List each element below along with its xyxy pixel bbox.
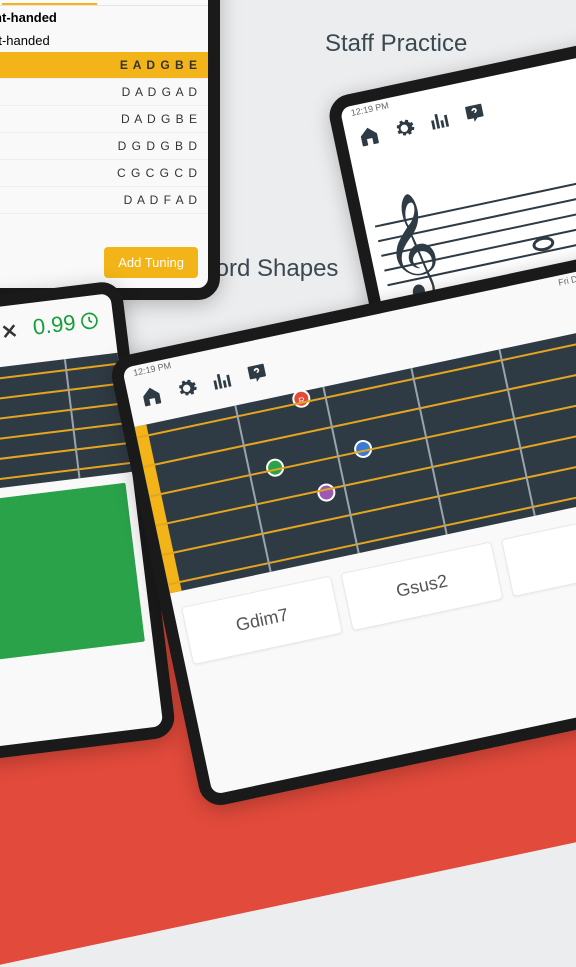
tablet-settings: Instrument Game Type Right-handed Left-h… <box>0 0 220 300</box>
hand-right[interactable]: Right-handed <box>0 6 208 29</box>
clock-icon <box>78 310 100 332</box>
tuning-row[interactable]: D A D F A D <box>0 187 208 214</box>
tab-instrument[interactable]: Instrument <box>2 0 97 5</box>
bars-icon[interactable] <box>426 108 452 134</box>
fret-dot-root: R <box>291 388 312 409</box>
tab-game-type[interactable]: Game Type <box>97 0 192 5</box>
hand-left[interactable]: Left-handed <box>0 29 208 52</box>
tuning-row[interactable]: E A D G B E <box>0 52 208 79</box>
chord-option-button[interactable]: Gdim7 <box>181 575 343 665</box>
home-icon[interactable] <box>138 383 164 409</box>
answer-panel[interactable] <box>0 483 145 681</box>
help-icon[interactable] <box>462 100 488 126</box>
tuning-row[interactable]: D A D G A D <box>0 79 208 106</box>
tuning-row[interactable]: D A D G B E <box>0 106 208 133</box>
treble-clef-icon: 𝄞 <box>378 212 443 282</box>
chord-option-button[interactable]: Gsus2 <box>341 541 503 631</box>
add-tuning-button[interactable]: Add Tuning <box>104 247 198 278</box>
fret-dot <box>316 482 337 503</box>
close-icon <box>0 320 20 342</box>
help-icon[interactable] <box>244 360 270 386</box>
heading-staff: Staff Practice <box>325 30 467 58</box>
home-icon[interactable] <box>356 123 382 149</box>
time-value: 0.99 <box>31 307 100 341</box>
gear-icon[interactable] <box>174 375 200 401</box>
tuning-row[interactable]: C G C G C D <box>0 160 208 187</box>
score-value: 1 <box>0 317 21 347</box>
bars-icon[interactable] <box>209 368 235 394</box>
gear-icon[interactable] <box>391 115 417 141</box>
tuning-row[interactable]: D G D G B D <box>0 133 208 160</box>
chord-option-button[interactable]: E <box>501 507 576 597</box>
